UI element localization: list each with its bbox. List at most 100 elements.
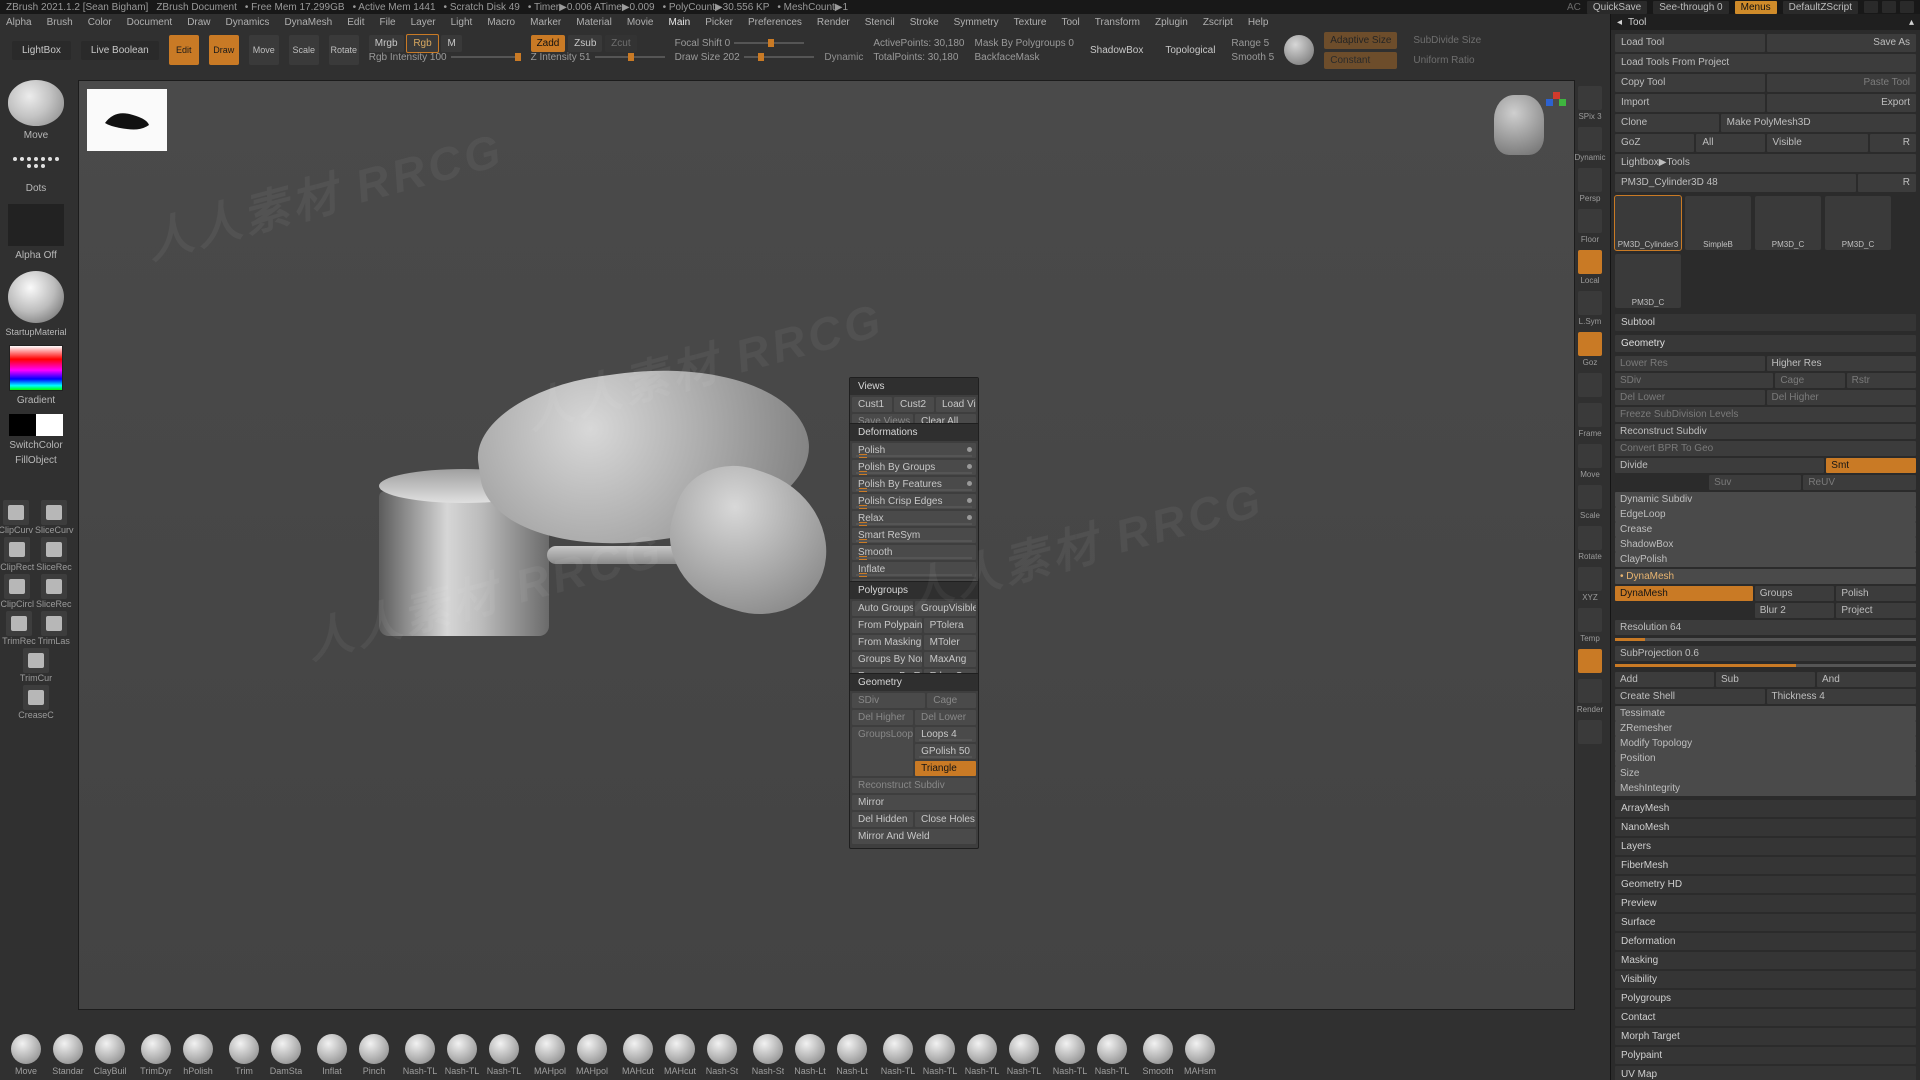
menu-macro[interactable]: Macro (487, 17, 515, 28)
brush-mahcut[interactable]: MAHcut (662, 1034, 698, 1076)
strip-scale[interactable] (1578, 485, 1602, 509)
range-slider[interactable]: Range 5 (1231, 38, 1274, 49)
brush-inflat[interactable]: Inflat (314, 1034, 350, 1076)
focal-shift-slider[interactable]: Focal Shift 0 (675, 38, 731, 49)
zcut-chip[interactable]: Zcut (605, 35, 636, 52)
tool-tile[interactable]: PM3D_Cylinder3 (1615, 196, 1681, 250)
tool-trimrec[interactable] (6, 611, 32, 636)
menu-dynamics[interactable]: Dynamics (226, 17, 270, 28)
section-masking[interactable]: Masking (1615, 952, 1916, 969)
strip-spix-3[interactable] (1578, 86, 1602, 110)
brush-damsta[interactable]: DamSta (268, 1034, 304, 1076)
dynamesh-section[interactable]: • DynaMesh (1615, 569, 1916, 584)
document-thumbnail[interactable] (87, 89, 167, 151)
goz-visible-button[interactable]: Visible (1767, 134, 1869, 152)
brush-mahpol[interactable]: MAHpol (574, 1034, 610, 1076)
menu-light[interactable]: Light (451, 17, 473, 28)
geometry-edgeloop[interactable]: EdgeLoop (1615, 507, 1916, 522)
alpha-thumbnail[interactable] (8, 204, 64, 246)
brush-mahcut[interactable]: MAHcut (620, 1034, 656, 1076)
topological-toggle[interactable]: Topological (1159, 42, 1221, 59)
brush-nash-tl[interactable]: Nash-TL (1094, 1034, 1130, 1076)
menu-symmetry[interactable]: Symmetry (954, 17, 999, 28)
mode-rotate-button[interactable]: Rotate (329, 35, 359, 65)
m-chip[interactable]: M (441, 35, 461, 52)
section-morph-target[interactable]: Morph Target (1615, 1028, 1916, 1045)
copy-tool-button[interactable]: Copy Tool (1615, 74, 1765, 92)
strip-l-sym[interactable] (1578, 291, 1602, 315)
menu-color[interactable]: Color (88, 17, 112, 28)
active-tool-readout[interactable]: PM3D_Cylinder3D 48 (1615, 174, 1856, 192)
goz-r-button[interactable]: R (1870, 134, 1916, 152)
brush-move[interactable]: Move (8, 1034, 44, 1076)
section-contact[interactable]: Contact (1615, 1009, 1916, 1026)
geometry-position[interactable]: Position (1615, 751, 1916, 766)
section-arraymesh[interactable]: ArrayMesh (1615, 800, 1916, 817)
uniform-ratio-slider[interactable]: Uniform Ratio (1407, 52, 1487, 69)
frompolypaint-button[interactable]: From Polypaint (852, 618, 922, 633)
geom-delhigher[interactable]: Del Higher (852, 710, 913, 725)
shadowbox-toggle[interactable]: ShadowBox (1084, 42, 1149, 59)
delhigher-button[interactable]: Del Higher (1767, 390, 1917, 405)
color-picker[interactable] (9, 345, 63, 391)
geometry-dynamic-subdiv[interactable]: Dynamic Subdiv (1615, 492, 1916, 507)
menu-document[interactable]: Document (127, 17, 173, 28)
goz-all-button[interactable]: All (1696, 134, 1764, 152)
strip-render[interactable] (1578, 679, 1602, 703)
lightbox-tools-button[interactable]: Lightbox▶Tools (1615, 154, 1916, 172)
load-from-project-button[interactable]: Load Tools From Project (1615, 54, 1916, 72)
tool-tile[interactable]: PM3D_C (1825, 196, 1891, 250)
brush-claybuil[interactable]: ClayBuil (92, 1034, 128, 1076)
strip-icon[interactable] (1578, 720, 1602, 744)
strip-dynamic[interactable] (1578, 127, 1602, 151)
strip-icon[interactable] (1578, 373, 1602, 397)
brush-trimdyr[interactable]: TrimDyr (138, 1034, 174, 1076)
export-button[interactable]: Export (1767, 94, 1917, 112)
dellower-button[interactable]: Del Lower (1615, 390, 1765, 405)
brush-nash-tl[interactable]: Nash-TL (402, 1034, 438, 1076)
strip-local[interactable] (1578, 250, 1602, 274)
geometry-tessimate[interactable]: Tessimate (1615, 706, 1916, 721)
menu-edit[interactable]: Edit (347, 17, 364, 28)
geometry-modify-topology[interactable]: Modify Topology (1615, 736, 1916, 751)
menu-layer[interactable]: Layer (411, 17, 436, 28)
gradient-label[interactable]: Gradient (17, 395, 55, 406)
draw-size-slider[interactable]: Draw Size 202 (675, 52, 740, 63)
seethrough-slider[interactable]: See-through 0 (1653, 1, 1728, 14)
smt-toggle[interactable]: Smt (1826, 458, 1916, 473)
brush-nash-tl[interactable]: Nash-TL (444, 1034, 480, 1076)
goz-button[interactable]: GoZ (1615, 134, 1694, 152)
z-intensity-slider[interactable]: Z Intensity 51 (531, 52, 591, 63)
rgb-chip[interactable]: Rgb (406, 34, 438, 53)
brush-nash-tl[interactable]: Nash-TL (1006, 1034, 1042, 1076)
dynamesh-blur-slider[interactable]: Blur 2 (1755, 603, 1835, 618)
tool-trimlas[interactable] (41, 611, 67, 636)
lightbox-button[interactable]: LightBox (12, 41, 71, 60)
deform-polish-by-groups[interactable]: Polish By Groups (852, 460, 976, 475)
menu-material[interactable]: Material (576, 17, 612, 28)
dynamesh-add-button[interactable]: Add (1615, 672, 1714, 687)
dynamesh-button[interactable]: DynaMesh (1615, 586, 1753, 601)
geom-sdiv[interactable]: SDiv (852, 693, 925, 708)
camera-head-gizmo[interactable] (1494, 95, 1544, 155)
brush-mahpol[interactable]: MAHpol (532, 1034, 568, 1076)
menu-brush[interactable]: Brush (47, 17, 73, 28)
menu-transform[interactable]: Transform (1095, 17, 1140, 28)
material-thumbnail[interactable] (8, 271, 64, 323)
geom-closeholes[interactable]: Close Holes (915, 812, 976, 827)
strip-temp[interactable] (1578, 608, 1602, 632)
tool-creasec[interactable] (23, 685, 49, 710)
import-button[interactable]: Import (1615, 94, 1765, 112)
tool-tile[interactable]: PM3D_C (1755, 196, 1821, 250)
dynamic-label[interactable]: Dynamic (824, 52, 863, 63)
cage-toggle[interactable]: Cage (1775, 373, 1844, 388)
geom-mirrorweld[interactable]: Mirror And Weld (852, 829, 976, 844)
geometry-crease[interactable]: Crease (1615, 522, 1916, 537)
section-nanomesh[interactable]: NanoMesh (1615, 819, 1916, 836)
dynamesh-project-toggle[interactable]: Project (1836, 603, 1916, 618)
brush-mahsm[interactable]: MAHsm (1182, 1034, 1218, 1076)
dock-close-icon[interactable]: ▴ (1909, 17, 1914, 28)
sdiv-slider[interactable]: SDiv (1615, 373, 1773, 388)
geom-groupsloops[interactable]: GroupsLoops (852, 727, 913, 776)
dynamesh-groups-toggle[interactable]: Groups (1755, 586, 1835, 601)
